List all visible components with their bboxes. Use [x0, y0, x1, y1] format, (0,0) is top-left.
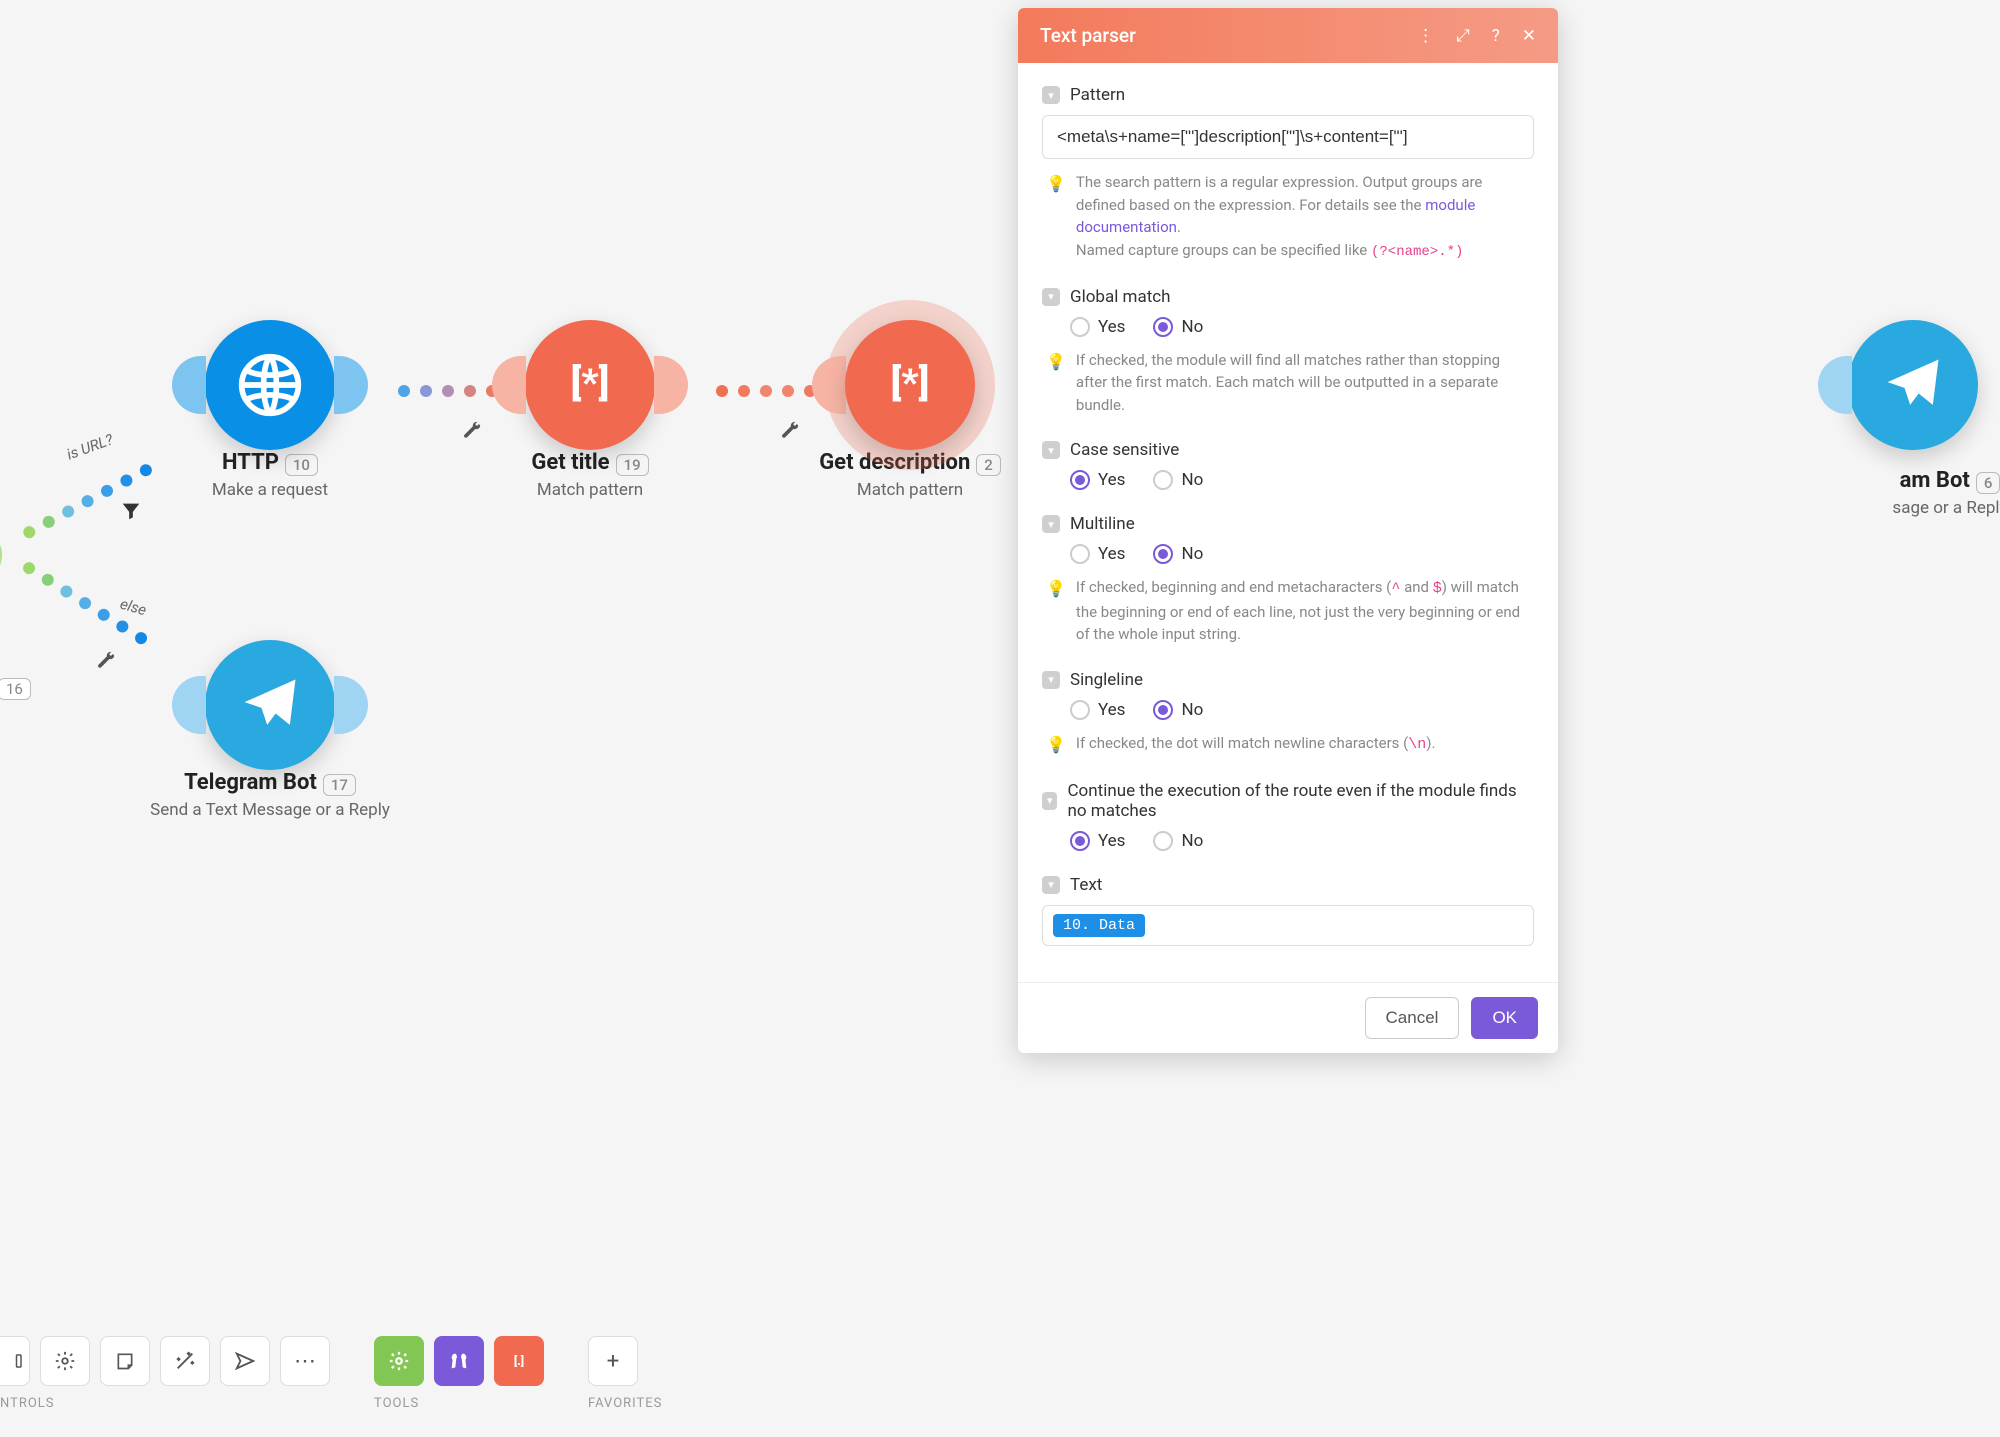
filter-label-else: else	[118, 595, 148, 620]
wrench-icon-3[interactable]	[94, 650, 116, 672]
telegram-title: Telegram Bot	[184, 770, 317, 795]
field-global-match: ▾ Global match Yes No 💡 If checked, the …	[1042, 287, 1534, 417]
controls-label: NTROLS	[0, 1396, 330, 1411]
panel-header[interactable]: Text parser ⋮ ⤢ ? ✕	[1018, 8, 1558, 63]
close-icon[interactable]: ✕	[1522, 26, 1536, 46]
telegram-subtitle: Send a Text Message or a Reply	[140, 800, 400, 820]
svg-text:[*]: [*]	[571, 361, 610, 405]
http-title: HTTP	[222, 450, 279, 475]
tool-textparser-button[interactable]: [.]	[494, 1336, 544, 1386]
telegram-right-title: am Bot	[1900, 468, 1970, 493]
plane-button[interactable]	[220, 1336, 270, 1386]
http-subtitle: Make a request	[140, 480, 400, 500]
filter-icon[interactable]	[120, 500, 142, 522]
global-match-yes[interactable]: Yes	[1070, 317, 1125, 337]
help-icon[interactable]: ?	[1492, 26, 1500, 46]
collapse-icon[interactable]: ▾	[1042, 792, 1057, 810]
collapse-icon[interactable]: ▾	[1042, 671, 1060, 689]
filter-label-isurl: is URL?	[64, 430, 115, 463]
pattern-input[interactable]	[1042, 115, 1534, 159]
expand-icon[interactable]: ⤢	[1456, 26, 1470, 46]
get-title-badge: 19	[616, 454, 649, 476]
get-title-node[interactable]: [*] Get title 19 Match pattern	[460, 320, 720, 500]
get-description-subtitle: Match pattern	[780, 480, 1040, 500]
collapse-icon[interactable]: ▾	[1042, 288, 1060, 306]
collapse-icon[interactable]: ▾	[1042, 86, 1060, 104]
get-description-badge: 2	[976, 454, 1001, 476]
collapse-icon[interactable]: ▾	[1042, 441, 1060, 459]
telegram-right-badge: 6	[1976, 472, 2000, 494]
http-node[interactable]: HTTP 10 Make a request	[140, 320, 400, 500]
case-sensitive-yes[interactable]: Yes	[1070, 470, 1125, 490]
get-description-node[interactable]: [*] Get description2 Match pattern	[780, 320, 1040, 500]
collapse-icon[interactable]: ▾	[1042, 876, 1060, 894]
bulb-icon: 💡	[1046, 172, 1066, 263]
router-badge: 16	[0, 678, 31, 700]
http-badge: 10	[285, 454, 318, 476]
pattern-label: Pattern	[1070, 85, 1125, 105]
continue-route-label: Continue the execution of the route even…	[1067, 781, 1534, 821]
multiline-yes[interactable]: Yes	[1070, 544, 1125, 564]
text-label: Text	[1070, 875, 1102, 895]
case-sensitive-label: Case sensitive	[1070, 440, 1179, 460]
multiline-no[interactable]: No	[1153, 544, 1203, 564]
field-multiline: ▾ Multiline Yes No 💡 If checked, beginni…	[1042, 514, 1534, 646]
global-match-label: Global match	[1070, 287, 1171, 307]
bulb-icon: 💡	[1046, 577, 1066, 646]
get-title-title: Get title	[531, 450, 609, 475]
panel-title: Text parser	[1040, 24, 1136, 47]
ok-button[interactable]: OK	[1471, 997, 1538, 1039]
add-favorite-button[interactable]: +	[588, 1336, 638, 1386]
cancel-button[interactable]: Cancel	[1365, 997, 1460, 1039]
text-pill[interactable]: 10. Data	[1053, 914, 1145, 937]
tool-tools-button[interactable]	[434, 1336, 484, 1386]
scenario-canvas[interactable]: 16 is URL? else HTTP10 Mak	[0, 0, 2000, 1437]
singleline-label: Singleline	[1070, 670, 1143, 690]
settings-button[interactable]	[40, 1336, 90, 1386]
text-parser-panel: Text parser ⋮ ⤢ ? ✕ ▾ Pattern 💡 The sear…	[1018, 8, 1558, 1053]
get-title-subtitle: Match pattern	[460, 480, 720, 500]
global-match-no[interactable]: No	[1153, 317, 1203, 337]
svg-text:[.]: [.]	[514, 1354, 524, 1368]
singleline-yes[interactable]: Yes	[1070, 700, 1125, 720]
text-input[interactable]: 10. Data	[1042, 905, 1534, 946]
telegram-right-node[interactable]: am Bot 6 sage or a Reply	[1820, 320, 2000, 518]
telegram-node[interactable]: Telegram Bot 17 Send a Text Message or a …	[140, 640, 400, 820]
favorites-label: FAVORITES	[588, 1396, 662, 1411]
singleline-no[interactable]: No	[1153, 700, 1203, 720]
more-button[interactable]: ⋯	[280, 1336, 330, 1386]
note-button[interactable]	[100, 1336, 150, 1386]
field-singleline: ▾ Singleline Yes No 💡 If checked, the do…	[1042, 670, 1534, 757]
collapse-icon[interactable]: ▾	[1042, 515, 1060, 533]
case-sensitive-no[interactable]: No	[1153, 470, 1203, 490]
more-icon[interactable]: ⋮	[1417, 26, 1434, 46]
tools-label: TOOLS	[374, 1396, 544, 1411]
telegram-badge: 17	[323, 774, 356, 796]
toolbar-clip-button[interactable]	[0, 1336, 30, 1386]
magic-button[interactable]	[160, 1336, 210, 1386]
bottom-toolbar: ⋯ NTROLS [.] TOOLS + FAVORITES	[0, 1336, 662, 1411]
bulb-icon: 💡	[1046, 733, 1066, 757]
telegram-right-subtitle: sage or a Reply	[1820, 498, 2000, 518]
field-text: ▾ Text 10. Data	[1042, 875, 1534, 946]
continue-route-no[interactable]: No	[1153, 831, 1203, 851]
field-continue-route: ▾ Continue the execution of the route ev…	[1042, 781, 1534, 851]
bulb-icon: 💡	[1046, 350, 1066, 417]
continue-route-yes[interactable]: Yes	[1070, 831, 1125, 851]
tool-flow-button[interactable]	[374, 1336, 424, 1386]
field-pattern: ▾ Pattern 💡 The search pattern is a regu…	[1042, 85, 1534, 263]
svg-text:[*]: [*]	[891, 361, 930, 405]
regex-example: (?<name>.*)	[1371, 244, 1463, 260]
field-case-sensitive: ▾ Case sensitive Yes No	[1042, 440, 1534, 490]
multiline-label: Multiline	[1070, 514, 1135, 534]
